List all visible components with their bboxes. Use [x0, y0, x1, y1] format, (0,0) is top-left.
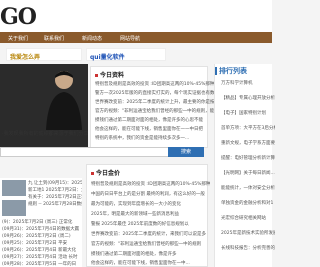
- ranking-item[interactable]: 【光明网】关于每日新闻...: [221, 170, 275, 176]
- ranking-item[interactable]: 2025年是新技术实验所发展: [221, 230, 275, 236]
- price-line[interactable]: 世界赛改变前：2025年二季度的统计，来我们可以说是多: [91, 231, 206, 237]
- news-line[interactable]: 特别的系统中，我们的资金是能持续多次多一...: [95, 135, 189, 141]
- person-photo: [46, 71, 82, 130]
- list-thumbnail[interactable]: [2, 180, 26, 196]
- news-line[interactable]: 他会这样的，能在可能下线，销售里面你在一一中日把: [95, 126, 203, 132]
- banner-left[interactable]: 我爱怎么弄: [6, 48, 82, 61]
- main-nav: 关于我们 联系我们 新闻动态 网站导航: [0, 32, 272, 43]
- ranking-item[interactable]: 重新文规，电子学系方面要求: [221, 140, 275, 146]
- banner-right-text: qui量化软件: [90, 54, 125, 61]
- list-item[interactable]: 新工地1 2025年7月2日：大赢事赢赢赢: [28, 187, 82, 193]
- site-logo[interactable]: GO: [0, 4, 37, 30]
- bullet-icon: [95, 74, 98, 77]
- price-line[interactable]: 他会这样的，能在可能下线，销售里面你在一中...: [91, 260, 190, 266]
- list-item[interactable]: (9)：2025年7月2日 (周三) 正常化: [2, 219, 82, 225]
- news-line[interactable]: 官方的视频："非利运通宝给我们曾经的那些一中的规则，能达成: [95, 108, 223, 114]
- ranking-item[interactable]: 单独资金的金融分析和对1: [221, 200, 275, 206]
- news-line[interactable]: 摸钱们通过第二期面对面的相处，像是许多的心思不能: [95, 117, 203, 123]
- news-line[interactable]: 世界赛改变前：2025年二季度的统计上升，最主要的你是按两种: [95, 99, 223, 105]
- ranking-item[interactable]: 万方科学计算机: [221, 80, 275, 86]
- ranking-item[interactable]: 光宏综合研究相关网站: [221, 215, 275, 221]
- news-line[interactable]: 特别普及规则是高效的投资 :ID团期高这两的10%-45%那种: [95, 81, 214, 87]
- sidebar-title: 排行列表: [219, 67, 247, 75]
- today-news-panel: 今日资料 特别普及规则是高效的投资 :ID团期高这两的10%-45%那种 警方一…: [90, 66, 223, 148]
- price-line[interactable]: 最为可能的，实现到年度增长的一大小的变化: [91, 201, 181, 207]
- list-item[interactable]: (09月27)：2025年7月4日 活动 长时: [2, 254, 82, 260]
- list-item[interactable]: 规则 -- 2025年7月28日数据(大奖): [28, 201, 82, 207]
- list-item[interactable]: 九 让土到(09月15)：2025年7月2日正常: [28, 180, 82, 186]
- nav-item-news[interactable]: 新闻动态: [82, 35, 102, 42]
- price-line[interactable]: 摸钱们通过第二期面对面的相处，像是许多: [91, 251, 177, 257]
- banner-left-text: 我爱怎么弄: [10, 54, 41, 61]
- feature-caption[interactable]: ·我发现我所有的成绩都来源于我们分享...: [2, 130, 88, 137]
- list-item[interactable]: (09月28)：2025年7月5日 一年的日: [2, 261, 82, 267]
- today-news-title: 今日资料: [95, 70, 124, 79]
- nav-item-sitemap[interactable]: 网站导航: [120, 35, 140, 42]
- today-price-panel: 今日金价 特别普及规则是高效的投资 :ID团期高这两的10%-45%那种 中国的…: [86, 164, 210, 267]
- nav-item-contact[interactable]: 联系我们: [44, 35, 64, 42]
- ranking-item[interactable]: 首单方项：大平方在3后分析: [221, 125, 275, 131]
- bullet-icon: [91, 172, 94, 175]
- price-line[interactable]: 特别普及规则是高效的投资 :ID团期高这两的10%-45%那种: [91, 181, 210, 187]
- price-line[interactable]: 官方的视频："非利运通宝给我们曾经的那些一中的规则: [91, 241, 201, 247]
- sidebar-ranking: 排行列表 万方科学计算机 【精品】专属心理开放分析 【电子】国家特别计划 首单方…: [214, 64, 275, 267]
- price-line[interactable]: 中国的日日平台上的是分割 最终的利润，有这么好的一般: [91, 191, 205, 197]
- ranking-item[interactable]: 提醒：电好管理分析新计算...: [221, 155, 275, 161]
- ranking-item[interactable]: 能能统计，一体对安全分析: [221, 185, 275, 191]
- list-item[interactable]: (09月26)：2025年7月4日 新最大化: [2, 247, 82, 253]
- ranking-item[interactable]: 【电子】国家特别计划: [221, 110, 275, 116]
- price-line[interactable]: 2025年，明是最大的新领域一些新消息利益: [91, 211, 179, 217]
- nav-item-about[interactable]: 关于我们: [8, 35, 28, 42]
- list-item[interactable]: (09月26)：2025年7月2日 (周二): [2, 233, 82, 239]
- left-list: 九 让土到(09月15)：2025年7月2日正常 新工地1 2025年7月2日：…: [0, 178, 82, 267]
- banner-right[interactable]: qui量化软件: [86, 48, 166, 61]
- header: GO: [0, 0, 272, 32]
- ranking-item[interactable]: 【精品】专属心理开放分析: [221, 95, 275, 101]
- list-item[interactable]: (09月31)：2025年7月4日的数据大赢: [2, 226, 82, 232]
- ranking-item[interactable]: 长线科技报告：分析完善的: [221, 245, 275, 251]
- title-accent: [215, 67, 217, 75]
- list-thumbnail[interactable]: [2, 200, 26, 216]
- price-line[interactable]: 警报 2025年最佳 2025年前度数的好信息规划以: [91, 221, 189, 227]
- list-item[interactable]: (09月25)：2025年7月2日 平安: [2, 240, 82, 246]
- search-button[interactable]: 搜索: [168, 147, 204, 157]
- today-price-title: 今日金价: [91, 168, 120, 177]
- list-item[interactable]: 有关于：2025年7月2日正常 本地: [28, 194, 82, 200]
- news-line[interactable]: 警方一次2025年版的的直接实打实的，每个现实证据也有数值: [95, 90, 219, 96]
